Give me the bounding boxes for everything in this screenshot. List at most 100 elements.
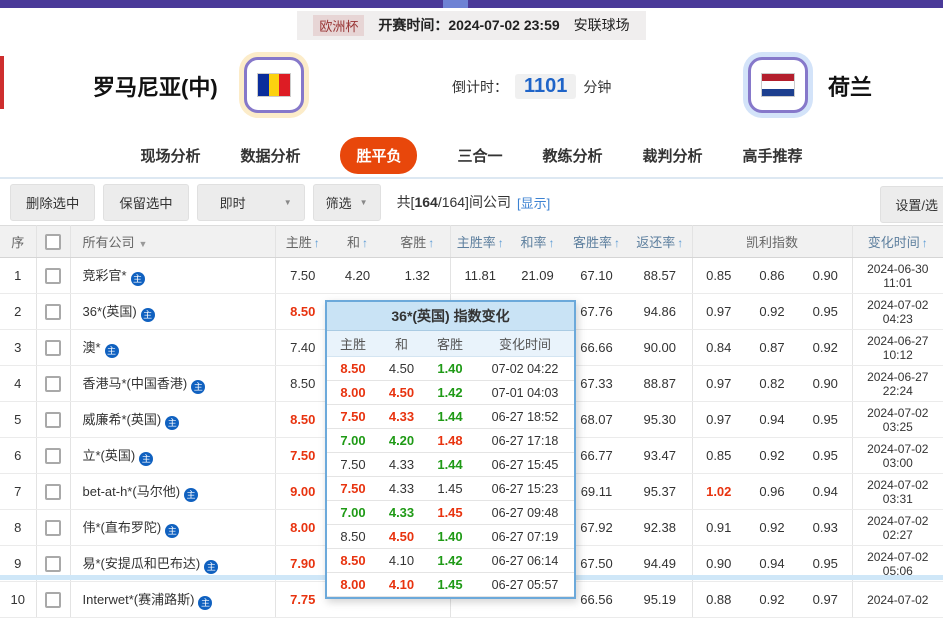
popup-change-time: 07-02 04:22 bbox=[476, 362, 574, 376]
change-time-cell: 2024-06-3011:01 bbox=[852, 258, 943, 294]
company-cell: 威廉希*(英国)主 bbox=[70, 402, 275, 438]
kelly-value: 0.97 bbox=[692, 294, 745, 330]
header-draw-odds[interactable]: 和↑ bbox=[330, 226, 385, 258]
change-time: 03:31 bbox=[854, 492, 943, 506]
change-time-cell: 2024-07-0204:23 bbox=[852, 294, 943, 330]
kelly-value: 0.92 bbox=[745, 438, 799, 474]
company-home-icon[interactable]: 主 bbox=[165, 524, 179, 538]
row-checkbox[interactable] bbox=[45, 340, 61, 356]
tab-5[interactable]: 裁判分析 bbox=[643, 145, 703, 166]
popup-draw-odds: 4.10 bbox=[379, 553, 424, 568]
kelly-value: 0.87 bbox=[745, 330, 799, 366]
company-cell: 澳* 主 bbox=[70, 330, 275, 366]
company-name: 澳* bbox=[83, 340, 101, 355]
keep-selected-button[interactable]: 保留选中 bbox=[103, 184, 188, 221]
change-time: 10:12 bbox=[854, 348, 943, 362]
row-checkbox[interactable] bbox=[45, 448, 61, 464]
popup-change-time: 06-27 06:14 bbox=[476, 554, 574, 568]
header-home-rate[interactable]: 主胜率↑ bbox=[450, 226, 510, 258]
return-rate: 95.37 bbox=[628, 474, 692, 510]
popup-change-time: 06-27 17:18 bbox=[476, 434, 574, 448]
countdown-label: 倒计时： bbox=[452, 77, 508, 97]
company-home-icon[interactable]: 主 bbox=[184, 488, 198, 502]
company-name: 伟*(直布罗陀) bbox=[83, 520, 162, 535]
sort-asc-icon: ↑ bbox=[614, 236, 620, 250]
company-home-icon[interactable]: 主 bbox=[131, 272, 145, 286]
row-checkbox[interactable] bbox=[45, 484, 61, 500]
kelly-value: 0.94 bbox=[799, 474, 852, 510]
header-return-rate[interactable]: 返还率↑ bbox=[628, 226, 692, 258]
row-checkbox[interactable] bbox=[45, 304, 61, 320]
company-cell: 立*(英国)主 bbox=[70, 438, 275, 474]
row-checkbox[interactable] bbox=[45, 592, 61, 608]
row-checkbox[interactable] bbox=[45, 268, 61, 284]
header-away-rate[interactable]: 客胜率↑ bbox=[565, 226, 628, 258]
popup-row: 7.504.331.4406-27 18:52 bbox=[327, 405, 574, 429]
company-home-icon[interactable]: 主 bbox=[139, 452, 153, 466]
row-seq: 10 bbox=[0, 582, 36, 618]
change-time-cell: 2024-07-0202:27 bbox=[852, 510, 943, 546]
popup-rows: 8.504.501.4007-02 04:228.004.501.4207-01… bbox=[327, 357, 574, 597]
show-link[interactable]: [显示] bbox=[517, 193, 550, 212]
row-checkbox-cell bbox=[36, 582, 70, 618]
tab-1[interactable]: 数据分析 bbox=[240, 145, 300, 166]
draw-rate: 21.09 bbox=[510, 258, 565, 294]
company-cell: 香港马*(中国香港)主 bbox=[70, 366, 275, 402]
kelly-value: 0.92 bbox=[745, 294, 799, 330]
popup-home-odds: 8.50 bbox=[327, 529, 379, 544]
company-home-icon[interactable]: 主 bbox=[105, 344, 119, 358]
sort-asc-icon: ↑ bbox=[498, 236, 504, 250]
popup-draw-odds: 4.50 bbox=[379, 361, 424, 376]
popup-header-time: 变化时间 bbox=[476, 334, 574, 353]
popup-draw-odds: 4.33 bbox=[379, 457, 424, 472]
header-draw-rate[interactable]: 和率↑ bbox=[510, 226, 565, 258]
header-home-odds[interactable]: 主胜↑ bbox=[275, 226, 330, 258]
top-accent-bar bbox=[0, 0, 943, 8]
header-company[interactable]: 所有公司▼ bbox=[70, 226, 275, 258]
row-checkbox-cell bbox=[36, 366, 70, 402]
away-team-name: 荷兰 bbox=[828, 70, 872, 102]
home-odds: 8.50 bbox=[275, 294, 330, 330]
tab-3[interactable]: 三合一 bbox=[457, 145, 502, 166]
time-filter-dropdown[interactable]: 即时 ▼ bbox=[197, 184, 305, 221]
tab-6[interactable]: 高手推荐 bbox=[743, 145, 803, 166]
tab-4[interactable]: 教练分析 bbox=[543, 145, 603, 166]
filter-dropdown[interactable]: 筛选 ▼ bbox=[313, 184, 381, 221]
popup-home-odds: 8.00 bbox=[327, 385, 379, 400]
company-home-icon[interactable]: 主 bbox=[141, 308, 155, 322]
row-checkbox[interactable] bbox=[45, 412, 61, 428]
row-checkbox[interactable] bbox=[45, 556, 61, 572]
row-seq: 4 bbox=[0, 366, 36, 402]
countdown: 倒计时： 1101 分钟 bbox=[452, 74, 611, 99]
popup-home-odds: 8.50 bbox=[327, 361, 379, 376]
change-time-cell: 2024-07-02 bbox=[852, 582, 943, 618]
kelly-value: 0.97 bbox=[692, 366, 745, 402]
row-checkbox[interactable] bbox=[45, 376, 61, 392]
popup-away-odds: 1.44 bbox=[424, 409, 476, 424]
company-home-icon[interactable]: 主 bbox=[165, 416, 179, 430]
sort-asc-icon: ↑ bbox=[428, 236, 434, 250]
company-home-icon[interactable]: 主 bbox=[191, 380, 205, 394]
header-change-time[interactable]: 变化时间↑ bbox=[852, 226, 943, 258]
delete-selected-button[interactable]: 删除选中 bbox=[10, 184, 95, 221]
sort-asc-icon: ↑ bbox=[314, 236, 320, 250]
select-all-checkbox[interactable] bbox=[45, 234, 61, 250]
row-checkbox[interactable] bbox=[45, 520, 61, 536]
tab-2[interactable]: 胜平负 bbox=[340, 137, 417, 174]
popup-change-time: 06-27 07:19 bbox=[476, 530, 574, 544]
change-date: 2024-07-02 bbox=[854, 478, 943, 492]
company-home-icon[interactable]: 主 bbox=[198, 596, 212, 610]
company-dropdown-icon: ▼ bbox=[139, 239, 148, 249]
settings-button[interactable]: 设置/选 bbox=[880, 186, 943, 223]
company-home-icon[interactable]: 主 bbox=[204, 560, 218, 574]
tab-0[interactable]: 现场分析 bbox=[140, 145, 200, 166]
header-away-odds[interactable]: 客胜↑ bbox=[385, 226, 450, 258]
change-time: 03:00 bbox=[854, 456, 943, 470]
popup-home-odds: 7.50 bbox=[327, 481, 379, 496]
draw-odds: 4.20 bbox=[330, 258, 385, 294]
change-date: 2024-07-02 bbox=[854, 442, 943, 456]
kelly-value: 0.92 bbox=[799, 330, 852, 366]
kelly-value: 0.85 bbox=[692, 438, 745, 474]
row-checkbox-cell bbox=[36, 510, 70, 546]
popup-away-odds: 1.45 bbox=[424, 481, 476, 496]
